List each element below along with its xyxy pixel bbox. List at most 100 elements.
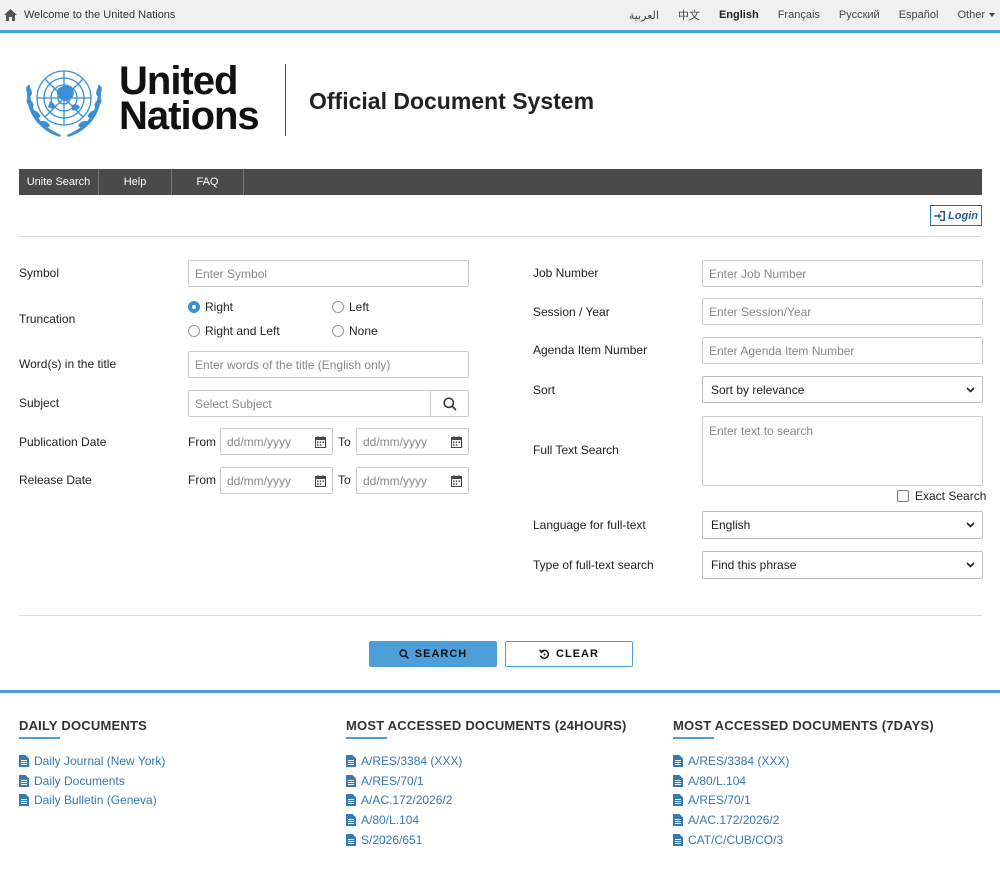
symbol-input[interactable]: Enter Symbol — [188, 260, 469, 287]
nav-help[interactable]: Help — [99, 169, 172, 195]
doc-link[interactable]: A/AC.172/2026/2 — [346, 790, 627, 810]
subject-input[interactable]: Select Subject — [188, 390, 469, 417]
radio-label: None — [349, 324, 378, 338]
doc-link-label: A/80/L.104 — [688, 773, 747, 788]
truncation-radio-right[interactable]: Right — [188, 300, 233, 314]
document-icon — [346, 754, 356, 767]
doc-link-label: A/80/L.104 — [361, 812, 420, 827]
doc-link[interactable]: A/RES/70/1 — [673, 790, 934, 810]
release-date-label: Release Date — [19, 473, 92, 487]
clear-button-label: CLEAR — [556, 648, 599, 660]
truncation-radio-right-and-left[interactable]: Right and Left — [188, 324, 280, 338]
sort-label: Sort — [533, 383, 556, 397]
date-placeholder: dd/mm/yyyy — [227, 473, 292, 488]
doc-link-label: A/RES/3384 (XXX) — [361, 753, 463, 768]
release-from-date-input[interactable]: dd/mm/yyyy — [220, 467, 333, 494]
date-placeholder: dd/mm/yyyy — [227, 434, 292, 449]
document-icon — [673, 754, 683, 767]
lang-english[interactable]: English — [719, 9, 759, 21]
lang-arabic[interactable]: العربية — [629, 9, 659, 22]
doc-link-label: A/RES/3384 (XXX) — [688, 753, 790, 768]
document-icon — [673, 833, 683, 846]
calendar-icon[interactable] — [315, 436, 326, 448]
publication-date-label: Publication Date — [19, 435, 107, 449]
job-number-input[interactable]: Enter Job Number — [702, 260, 983, 287]
main-nav: Unite Search Help FAQ — [19, 169, 982, 195]
doc-link[interactable]: Daily Journal (New York) — [19, 751, 165, 771]
calendar-icon[interactable] — [315, 475, 326, 487]
radio-label: Right and Left — [205, 324, 280, 338]
doc-link-label: A/AC.172/2026/2 — [688, 812, 780, 827]
session-year-input[interactable]: Enter Session/Year — [702, 298, 983, 325]
radio-icon — [188, 325, 200, 337]
doc-link[interactable]: A/80/L.104 — [346, 810, 627, 830]
document-icon — [673, 794, 683, 807]
lang-other[interactable]: Other — [957, 9, 995, 21]
title-underline — [673, 737, 714, 739]
lang-spanish[interactable]: Español — [899, 9, 939, 21]
release-to-date-input[interactable]: dd/mm/yyyy — [356, 467, 469, 494]
un-emblem-icon[interactable] — [20, 61, 108, 143]
doc-link[interactable]: Daily Documents — [19, 771, 165, 791]
radio-icon — [332, 301, 344, 313]
job-number-label: Job Number — [533, 266, 599, 280]
doc-link-label: Daily Journal (New York) — [34, 753, 166, 768]
agenda-item-input[interactable]: Enter Agenda Item Number — [702, 337, 983, 364]
truncation-radio-none[interactable]: None — [332, 324, 378, 338]
title-words-input[interactable]: Enter words of the title (English only) — [188, 351, 469, 378]
doc-link[interactable]: Daily Bulletin (Geneva) — [19, 790, 165, 810]
doc-link[interactable]: A/AC.172/2026/2 — [673, 810, 934, 830]
doc-link[interactable]: A/80/L.104 — [673, 771, 934, 791]
agenda-item-label: Agenda Item Number — [533, 343, 648, 357]
doc-link[interactable]: A/RES/70/1 — [346, 771, 627, 791]
document-icon — [673, 774, 683, 787]
welcome-link[interactable]: Welcome to the United Nations — [24, 9, 175, 21]
doc-link[interactable]: CAT/C/CUB/CO/3 — [673, 830, 934, 850]
chevron-down-icon — [966, 562, 975, 568]
doc-link[interactable]: A/RES/3384 (XXX) — [673, 751, 934, 771]
session-year-label: Session / Year — [533, 305, 610, 319]
nav-unite-search[interactable]: Unite Search — [19, 169, 99, 195]
doc-link[interactable]: A/RES/3384 (XXX) — [346, 751, 627, 771]
lang-chinese[interactable]: 中文 — [678, 7, 700, 23]
publication-to-date-input[interactable]: dd/mm/yyyy — [356, 428, 469, 455]
date-placeholder: dd/mm/yyyy — [363, 473, 428, 488]
header-divider — [285, 64, 286, 136]
lang-other-label: Other — [957, 9, 985, 21]
login-button[interactable]: Login — [930, 205, 982, 226]
exact-search-checkbox[interactable]: Exact Search — [897, 489, 986, 503]
date-placeholder: dd/mm/yyyy — [363, 434, 428, 449]
calendar-icon[interactable] — [451, 475, 462, 487]
radio-icon — [332, 325, 344, 337]
language-select[interactable]: English — [702, 511, 983, 539]
calendar-icon[interactable] — [451, 436, 462, 448]
language-value: English — [711, 518, 751, 532]
nav-faq[interactable]: FAQ — [172, 169, 244, 195]
divider — [19, 236, 982, 237]
sort-select[interactable]: Sort by relevance — [702, 376, 983, 403]
clear-button[interactable]: CLEAR — [505, 641, 633, 667]
full-text-textarea[interactable]: Enter text to search — [702, 416, 983, 486]
home-icon[interactable] — [4, 8, 18, 22]
doc-link[interactable]: S/2026/651 — [346, 830, 627, 850]
type-select[interactable]: Find this phrase — [702, 551, 983, 579]
search-button-label: SEARCH — [414, 648, 468, 660]
publication-from-date-input[interactable]: dd/mm/yyyy — [220, 428, 333, 455]
lang-russian[interactable]: Русский — [839, 9, 880, 21]
un-logo-text[interactable]: United Nations — [119, 61, 260, 136]
lang-french[interactable]: Français — [778, 9, 820, 21]
most-accessed-7d-section: MOST ACCESSED DOCUMENTS (7DAYS) A/RES/33… — [673, 718, 934, 849]
search-button[interactable]: SEARCH — [369, 641, 497, 667]
doc-link-label: S/2026/651 — [361, 832, 423, 847]
symbol-label: Symbol — [19, 266, 60, 280]
chevron-down-icon — [966, 522, 975, 528]
truncation-label: Truncation — [19, 312, 76, 326]
subject-search-button[interactable] — [430, 390, 469, 417]
search-icon — [443, 396, 457, 411]
title-underline — [19, 737, 60, 739]
section-title: MOST ACCESSED DOCUMENTS (7DAYS) — [673, 718, 934, 733]
checkbox-icon — [897, 490, 909, 502]
type-label: Type of full-text search — [533, 558, 654, 572]
document-icon — [19, 774, 29, 787]
truncation-radio-left[interactable]: Left — [332, 300, 369, 314]
